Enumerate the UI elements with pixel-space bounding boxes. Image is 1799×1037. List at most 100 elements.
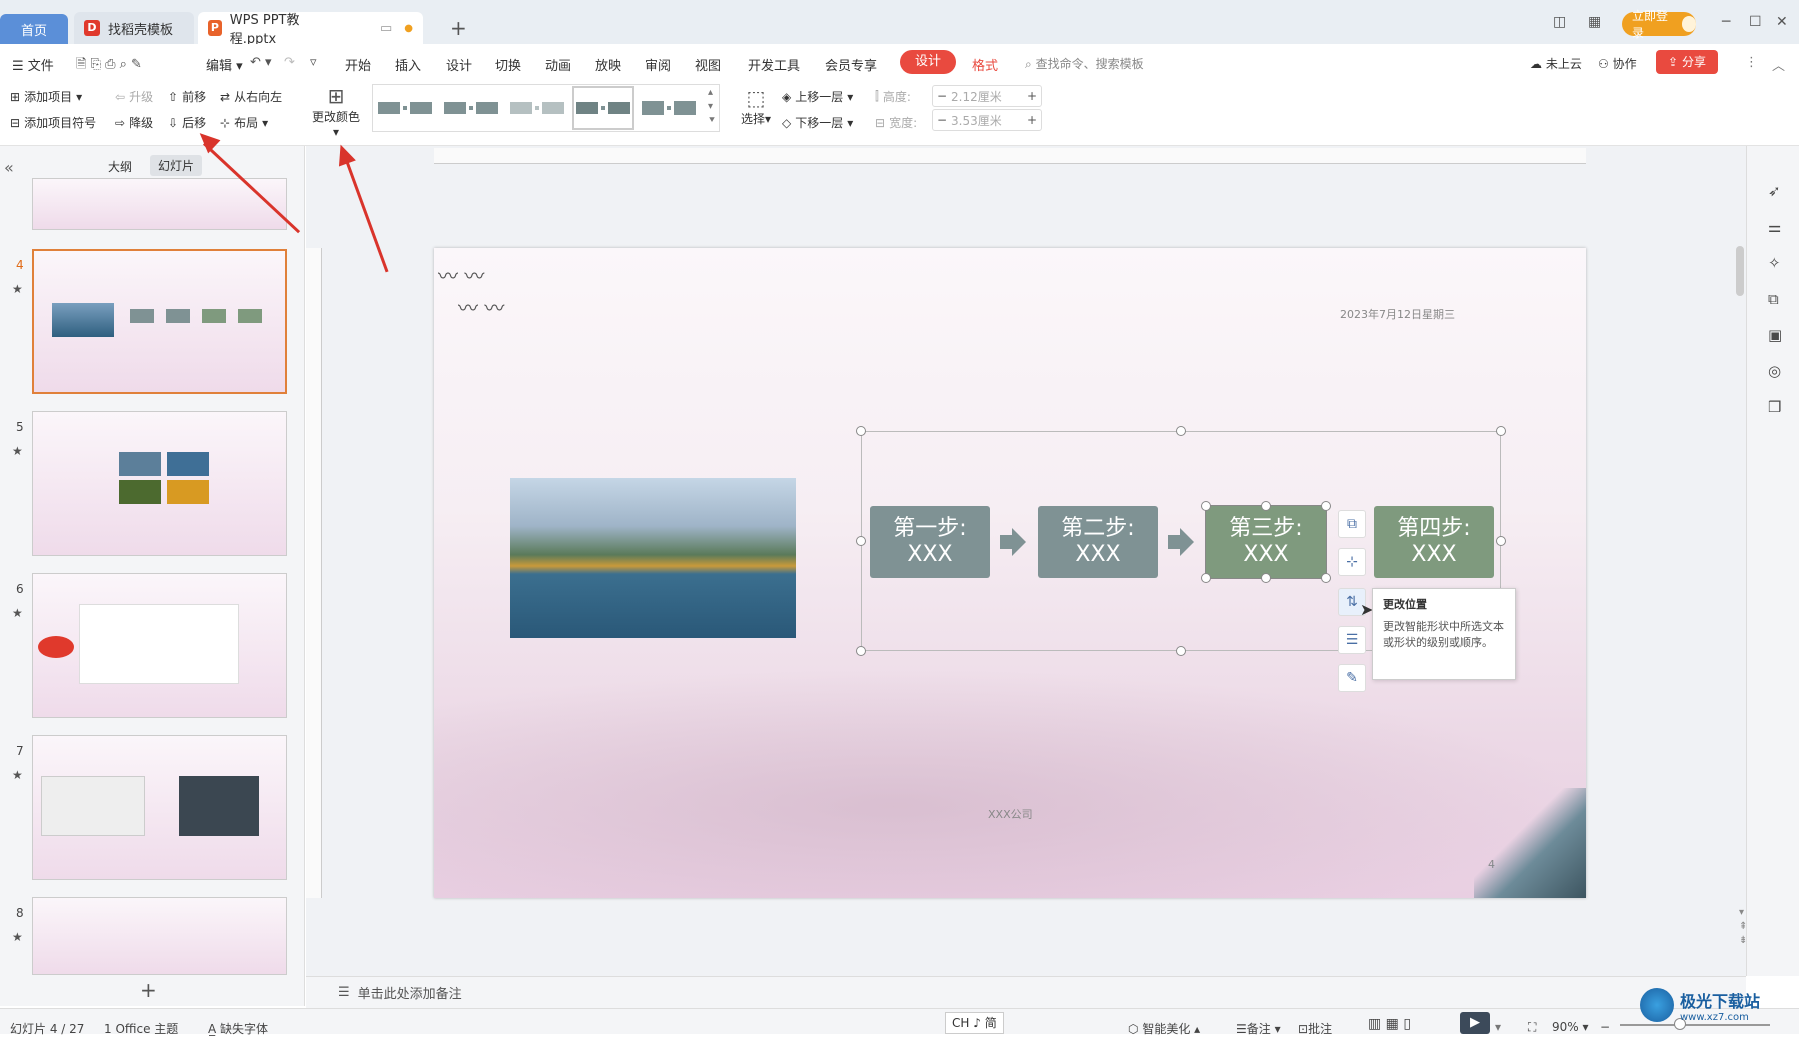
tab-document[interactable]: P WPS PPT教程.pptx ▭ ● (198, 12, 423, 47)
layout-button[interactable]: ⊹ 布局 ▾ (220, 114, 268, 131)
gallery-scroll-icon[interactable]: ▴ ▾ ⯆ (708, 86, 716, 128)
menu-slideshow[interactable]: 放映 (595, 55, 621, 74)
resize-handle[interactable] (856, 536, 866, 546)
style-option-3[interactable] (506, 86, 568, 130)
step-box-4[interactable]: 第四步: XXX (1374, 506, 1494, 578)
add-item-button[interactable]: ⊞ 添加项目 ▾ (10, 88, 82, 105)
shape-handle[interactable] (1261, 573, 1271, 583)
slide-thumbnail-7[interactable] (32, 735, 287, 880)
select-button[interactable]: ⬚ 选择▾ (740, 86, 772, 127)
login-button[interactable]: 立即登录 (1622, 9, 1696, 40)
notes-area[interactable]: ☰ 单击此处添加备注 (306, 976, 1746, 1008)
style-option-1[interactable] (374, 86, 436, 130)
quick-access-toolbar[interactable]: 🗎 ⎘ ⎙ ⌕ ✎ (76, 55, 142, 77)
slide-thumbnail-4[interactable] (32, 249, 287, 394)
menu-animation[interactable]: 动画 (545, 55, 571, 74)
comments-toggle[interactable]: ⊡批注 (1298, 1020, 1332, 1037)
missing-font-button[interactable]: A̲ 缺失字体 (208, 1020, 268, 1037)
play-slideshow-icon[interactable]: ▶ (1460, 1012, 1490, 1034)
more-icon[interactable]: ⋮ (1745, 55, 1758, 70)
slide-thumbnail-5[interactable] (32, 411, 287, 556)
sliders-icon[interactable]: ⚌ (1768, 218, 1781, 236)
theme-name[interactable]: 1 Office 主题 (104, 1020, 178, 1037)
file-menu[interactable]: ☰ 文件 (12, 55, 54, 74)
edit-menu[interactable]: 编辑 ▾ (206, 55, 243, 74)
tab-outline[interactable]: 大纲 (108, 158, 132, 175)
location-icon[interactable]: ◎ (1768, 362, 1781, 380)
add-slide-button[interactable]: + (140, 978, 157, 1002)
slides-icon[interactable]: ⧉ (1768, 290, 1779, 308)
notes-toggle[interactable]: ☰备注 ▾ (1236, 1020, 1281, 1037)
shape-handle[interactable] (1201, 501, 1211, 511)
resize-handle[interactable] (1176, 426, 1186, 436)
tab-home[interactable]: 首页 (0, 14, 68, 44)
shape-handle[interactable] (1321, 501, 1331, 511)
shape-handle[interactable] (1261, 501, 1271, 511)
step-box-1[interactable]: 第一步: XXX (870, 506, 990, 578)
change-color-button[interactable]: ⊞ 更改颜色 ▾ (308, 84, 364, 139)
layout-icon[interactable]: ◫ (1553, 14, 1566, 30)
rocket-icon[interactable]: ➶ (1768, 182, 1781, 200)
bring-forward-button[interactable]: ◈ 上移一层 ▾ (782, 88, 853, 105)
cloud-status-button[interactable]: ☁ 未上云 (1530, 55, 1582, 72)
step-box-3[interactable]: 第三步: XXX (1205, 505, 1327, 579)
style-option-5[interactable] (638, 86, 700, 130)
tab-format[interactable]: 格式 (972, 55, 998, 74)
shape-handle[interactable] (1321, 573, 1331, 583)
ime-indicator[interactable]: CH ♪ 简 (945, 1012, 1004, 1034)
add-shape-icon[interactable]: ⧉ (1338, 510, 1366, 538)
wps-floating-icon[interactable] (38, 636, 74, 658)
tab-slides[interactable]: 幻灯片 (150, 155, 203, 176)
menu-member[interactable]: 会员专享 (825, 55, 877, 74)
height-stepper[interactable]: −2.12厘米 + (932, 85, 1042, 107)
zoom-value[interactable]: 90% ▾ (1552, 1020, 1589, 1034)
command-search[interactable]: ⌕ 查找命令、搜索模板 (1025, 55, 1144, 72)
lake-landscape-image[interactable] (510, 478, 796, 638)
undo-icon[interactable]: ↶ ▾ (250, 55, 272, 70)
collapse-panel-icon[interactable]: « (4, 158, 14, 177)
close-icon[interactable]: ✕ (1776, 14, 1788, 30)
increase-icon[interactable]: + (1023, 89, 1041, 103)
promote-button[interactable]: ⇦ 升级 (115, 88, 153, 105)
tab-template[interactable]: D 找稻壳模板 (74, 12, 194, 44)
add-bullet-button[interactable]: ⊟ 添加项目符号 (10, 114, 96, 131)
image-icon[interactable]: ▣ (1768, 326, 1782, 344)
right-to-left-button[interactable]: ⇄ 从右向左 (220, 88, 282, 105)
resize-handle[interactable] (1496, 426, 1506, 436)
layout-change-icon[interactable]: ⊹ (1338, 548, 1366, 576)
move-up-button[interactable]: ⇧ 前移 (168, 88, 206, 105)
menu-start[interactable]: 开始 (345, 55, 371, 74)
pin-icon[interactable]: ✧ (1768, 254, 1781, 272)
text-pane-icon[interactable]: ☰ (1338, 626, 1366, 654)
height-value[interactable]: 2.12厘米 (951, 88, 1023, 105)
decrease-icon[interactable]: − (933, 113, 951, 127)
slide-thumbnail-8[interactable] (32, 897, 287, 975)
move-down-button[interactable]: ⇩ 后移 (168, 114, 206, 131)
collapse-ribbon-icon[interactable]: ︿ (1772, 55, 1785, 74)
fit-icon[interactable]: ⛶ (1528, 1020, 1536, 1035)
demote-button[interactable]: ⇨ 降级 (115, 114, 153, 131)
scroll-arrows-icon[interactable]: ▾ ⇞ ⇟ (1739, 906, 1747, 948)
style-option-4[interactable] (572, 86, 634, 130)
maximize-icon[interactable]: ☐ (1749, 14, 1762, 30)
menu-transition[interactable]: 切换 (495, 55, 521, 74)
monitor-icon[interactable]: ▭ (380, 21, 392, 36)
send-backward-button[interactable]: ◇ 下移一层 ▾ (782, 114, 853, 131)
step-box-2[interactable]: 第二步: XXX (1038, 506, 1158, 578)
resize-handle[interactable] (856, 646, 866, 656)
collab-button[interactable]: ⚇ 协作 (1598, 55, 1637, 72)
width-stepper[interactable]: −3.53厘米 + (932, 109, 1042, 131)
menu-design[interactable]: 设计 (446, 55, 472, 74)
style-option-2[interactable] (440, 86, 502, 130)
menu-view[interactable]: 视图 (695, 55, 721, 74)
tab-smartart-design[interactable]: 设计 (900, 50, 956, 74)
menu-insert[interactable]: 插入 (395, 55, 421, 74)
vertical-scrollbar[interactable] (1736, 246, 1744, 296)
view-buttons[interactable]: ▥ ▦ ▯ (1368, 1016, 1411, 1032)
increase-icon[interactable]: + (1023, 113, 1041, 127)
minimize-icon[interactable]: ─ (1722, 14, 1730, 30)
redo-icon[interactable]: ↷ (284, 55, 295, 70)
decrease-icon[interactable]: − (933, 89, 951, 103)
play-menu-icon[interactable]: ▾ (1495, 1020, 1501, 1034)
resize-handle[interactable] (856, 426, 866, 436)
